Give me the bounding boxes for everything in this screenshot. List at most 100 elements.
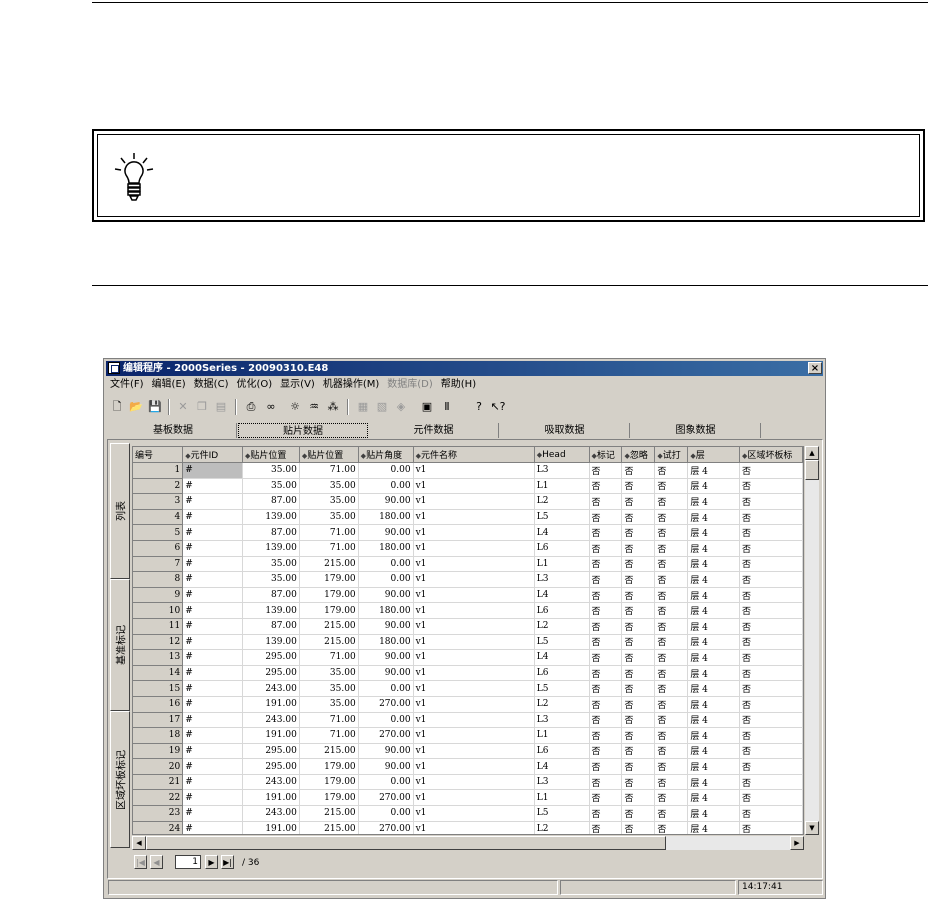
table-cell[interactable]: 否	[589, 462, 623, 479]
table-cell[interactable]: v1	[413, 524, 535, 541]
table-cell[interactable]: L3	[534, 571, 590, 588]
table-cell[interactable]: L6	[534, 743, 590, 760]
table-cell[interactable]: 90.00	[358, 493, 414, 510]
table-cell[interactable]: 90.00	[358, 587, 414, 604]
table-cell[interactable]: 否	[589, 712, 623, 729]
machine-icon[interactable]: ▦	[354, 398, 372, 416]
table-cell[interactable]: 35.00	[299, 665, 359, 682]
table-cell[interactable]: 215.00	[299, 805, 359, 822]
table-row[interactable]: 15 #243.00 35.00 0.00 v1 L5 否否否层 4否	[133, 680, 803, 697]
menu-file[interactable]: 文件(F)	[106, 377, 148, 393]
table-cell[interactable]: L2	[534, 696, 590, 713]
table-cell[interactable]: 否	[739, 727, 803, 744]
table-cell[interactable]: 否	[589, 649, 623, 666]
table-cell[interactable]: 层 4	[687, 712, 740, 729]
row-number[interactable]: 20	[133, 758, 184, 775]
table-cell[interactable]: 否	[621, 556, 656, 573]
table-cell[interactable]: 139.00	[242, 540, 300, 557]
table-cell[interactable]: 179.00	[299, 758, 359, 775]
table-cell[interactable]: #	[182, 587, 243, 604]
table-cell[interactable]: 否	[739, 462, 803, 479]
table-cell[interactable]: #	[182, 462, 243, 479]
table-cell[interactable]: 35.00	[299, 478, 359, 495]
table-cell[interactable]: 否	[621, 789, 656, 807]
table-cell[interactable]: 270.00	[358, 789, 414, 807]
table-cell[interactable]: #	[182, 789, 243, 807]
table-cell[interactable]: L3	[534, 712, 590, 729]
table-cell[interactable]: 层 4	[687, 478, 740, 495]
table-cell[interactable]: v1	[413, 556, 535, 573]
column-header[interactable]: ◆贴片位置	[299, 447, 359, 463]
table-cell[interactable]: #	[182, 524, 243, 541]
table-cell[interactable]: #	[182, 743, 243, 760]
table-cell[interactable]: 90.00	[358, 665, 414, 682]
table-cell[interactable]: 层 4	[687, 774, 740, 791]
next-page-icon[interactable]: ▶	[205, 855, 218, 869]
table-cell[interactable]: #	[182, 478, 243, 495]
table-cell[interactable]: 否	[654, 556, 689, 573]
table-cell[interactable]: 否	[589, 680, 623, 697]
table-cell[interactable]: 71.00	[299, 649, 359, 666]
print-icon[interactable]: ⎙	[242, 398, 260, 416]
row-number[interactable]: 8	[133, 571, 184, 588]
table-cell[interactable]: 35.00	[242, 478, 300, 495]
table-cell[interactable]: 否	[739, 524, 803, 541]
table-row[interactable]: 6 #139.00 71.00 180.00 v1 L6 否否否层 4否	[133, 540, 803, 557]
table-cell[interactable]: L5	[534, 509, 590, 526]
table-cell[interactable]: 否	[654, 727, 689, 744]
tab-component-data[interactable]: 元件数据	[369, 423, 499, 438]
row-number[interactable]: 14	[133, 665, 184, 682]
table-cell[interactable]: v1	[413, 789, 535, 807]
table-cell[interactable]: 35.00	[299, 509, 359, 526]
table-cell[interactable]: 否	[654, 587, 689, 604]
scroll-left-icon[interactable]: ◀	[132, 836, 146, 850]
table-cell[interactable]: 179.00	[299, 587, 359, 604]
table-cell[interactable]: 87.00	[242, 618, 300, 635]
column-header[interactable]: ◆层	[687, 447, 740, 463]
row-number[interactable]: 2	[133, 478, 184, 495]
table-cell[interactable]: v1	[413, 649, 535, 666]
row-number[interactable]: 9	[133, 587, 184, 604]
table-cell[interactable]: 71.00	[299, 524, 359, 541]
nozzle-icon[interactable]: ◈	[392, 398, 410, 416]
table-cell[interactable]: 否	[739, 478, 803, 495]
column-header[interactable]: ◆元件名称	[413, 447, 535, 463]
tab-placement-data[interactable]: 贴片数据	[238, 423, 368, 438]
row-number[interactable]: 6	[133, 540, 184, 557]
table-cell[interactable]: 层 4	[687, 665, 740, 682]
table-cell[interactable]: #	[182, 571, 243, 588]
table-cell[interactable]: 否	[654, 805, 689, 822]
save-icon[interactable]: 💾	[146, 398, 164, 416]
menu-help[interactable]: 帮助(H)	[437, 377, 480, 393]
row-number[interactable]: 12	[133, 634, 184, 651]
table-cell[interactable]: 否	[654, 821, 689, 834]
table-cell[interactable]: 191.00	[242, 727, 300, 744]
table-cell[interactable]: L5	[534, 805, 590, 822]
table-cell[interactable]: 否	[654, 743, 689, 760]
table-cell[interactable]: 90.00	[358, 758, 414, 775]
table-cell[interactable]: L5	[534, 634, 590, 651]
table-cell[interactable]: 层 4	[687, 493, 740, 510]
table-cell[interactable]: v1	[413, 540, 535, 557]
table-cell[interactable]: 层 4	[687, 618, 740, 635]
previous-page-icon[interactable]: ◀	[150, 855, 163, 869]
table-cell[interactable]: 层 4	[687, 462, 740, 479]
table-cell[interactable]: 295.00	[242, 743, 300, 760]
table-cell[interactable]: 否	[589, 493, 623, 510]
row-number[interactable]: 1	[133, 462, 184, 479]
table-cell[interactable]: 否	[589, 602, 623, 619]
table-cell[interactable]: 否	[654, 540, 689, 557]
table-row[interactable]: 11 #87.00 215.00 90.00 v1 L2 否否否层 4否	[133, 618, 803, 635]
menu-machine[interactable]: 机器操作(M)	[319, 377, 383, 393]
table-cell[interactable]: 35.00	[299, 680, 359, 697]
table-cell[interactable]: 0.00	[358, 478, 414, 495]
table-cell[interactable]: 否	[621, 774, 656, 791]
table-cell[interactable]: 215.00	[299, 618, 359, 635]
table-cell[interactable]: 243.00	[242, 805, 300, 822]
table-cell[interactable]: 否	[739, 634, 803, 651]
table-cell[interactable]: #	[182, 727, 243, 744]
table-cell[interactable]: 层 4	[687, 805, 740, 822]
table-cell[interactable]: 215.00	[299, 634, 359, 651]
column-header[interactable]: 编号	[133, 447, 184, 463]
table-cell[interactable]: 否	[654, 665, 689, 682]
